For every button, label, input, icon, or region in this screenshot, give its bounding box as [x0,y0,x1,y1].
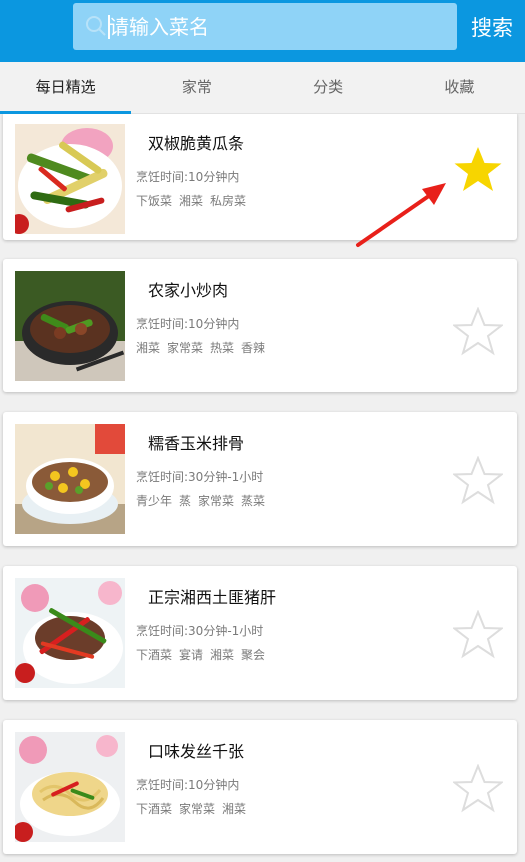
text-cursor [108,15,110,39]
recipe-tag: 蒸 [179,494,192,508]
dish-photo [15,578,125,688]
recipe-tags: 下酒菜 家常菜 湘菜 [136,800,246,817]
recipe-card[interactable]: 口味发丝千张 烹饪时间:10分钟内 下酒菜 家常菜 湘菜 [3,720,517,854]
recipe-tags: 下酒菜 宴请 湘菜 聚会 [136,646,265,663]
recipe-tag: 家常菜 [198,494,235,508]
cook-time: 烹饪时间:30分钟-1小时 [136,624,264,638]
recipe-tag: 家常菜 [167,341,204,355]
search-icon [86,16,106,36]
recipe-tag: 热菜 [210,341,235,355]
recipe-tag: 香辣 [241,341,266,355]
recipe-title: 正宗湘西土匪猪肝 [148,588,277,607]
dish-photo [15,124,125,234]
tab-bar: 每日精选 家常 分类 收藏 [0,62,525,114]
dish-photo [15,732,125,842]
recipe-tag: 湘菜 [136,341,161,355]
top-bar: 搜索 [0,0,525,62]
recipe-list[interactable]: 双椒脆黄瓜条 烹饪时间:10分钟内 下饭菜 湘菜 私房菜 农家小炒肉 烹饪时间:… [0,114,525,862]
cook-time: 烹饪时间:10分钟内 [136,317,240,331]
recipe-card[interactable]: 双椒脆黄瓜条 烹饪时间:10分钟内 下饭菜 湘菜 私房菜 [3,114,517,240]
recipe-tag: 湘菜 [222,802,247,816]
search-input[interactable] [109,3,449,50]
recipe-tag: 青少年 [136,494,173,508]
recipe-tags: 下饭菜 湘菜 私房菜 [136,192,246,209]
favorite-star-icon[interactable] [453,145,503,195]
favorite-star-icon[interactable] [453,764,503,814]
recipe-tags: 湘菜 家常菜 热菜 香辣 [136,339,265,356]
recipe-tag: 下酒菜 [136,648,173,662]
dish-photo [15,271,125,381]
recipe-tags: 青少年 蒸 家常菜 蒸菜 [136,492,265,509]
recipe-tag: 私房菜 [210,194,247,208]
dish-photo [15,424,125,534]
recipe-card[interactable]: 正宗湘西土匪猪肝 烹饪时间:30分钟-1小时 下酒菜 宴请 湘菜 聚会 [3,566,517,700]
favorite-star-icon[interactable] [453,456,503,506]
recipe-title: 农家小炒肉 [148,281,229,300]
recipe-tag: 湘菜 [179,194,204,208]
cook-time: 烹饪时间:10分钟内 [136,170,240,184]
recipe-title: 口味发丝千张 [148,742,245,761]
tab-categories[interactable]: 分类 [263,62,394,113]
tab-home-cooking[interactable]: 家常 [131,62,262,113]
favorite-star-icon[interactable] [453,610,503,660]
search-button[interactable]: 搜索 [466,3,518,50]
recipe-tag: 宴请 [179,648,204,662]
recipe-tag: 下饭菜 [136,194,173,208]
cook-time: 烹饪时间:10分钟内 [136,778,240,792]
recipe-tag: 下酒菜 [136,802,173,816]
recipe-title: 双椒脆黄瓜条 [148,134,245,153]
recipe-card[interactable]: 糯香玉米排骨 烹饪时间:30分钟-1小时 青少年 蒸 家常菜 蒸菜 [3,412,517,546]
recipe-tag: 家常菜 [179,802,216,816]
cook-time: 烹饪时间:30分钟-1小时 [136,470,264,484]
recipe-tag: 湘菜 [210,648,235,662]
recipe-tag: 蒸菜 [241,494,266,508]
tab-daily-picks[interactable]: 每日精选 [0,62,132,114]
search-box[interactable] [73,3,457,50]
recipe-title: 糯香玉米排骨 [148,434,245,453]
favorite-star-icon[interactable] [453,307,503,357]
recipe-card[interactable]: 农家小炒肉 烹饪时间:10分钟内 湘菜 家常菜 热菜 香辣 [3,259,517,392]
recipe-tag: 聚会 [241,648,266,662]
tab-favorites[interactable]: 收藏 [394,62,525,113]
